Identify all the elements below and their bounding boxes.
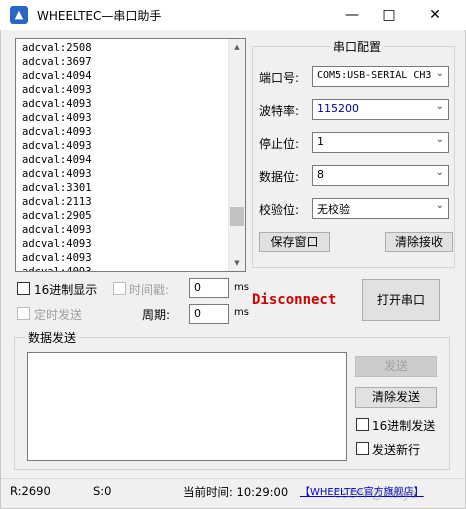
receive-text: adcval:2508 adcval:3697 adcval:4094 adcval:… [22,41,92,272]
period-input[interactable]: 0 [189,304,229,324]
serial-config-title: 串口配置 [330,38,385,55]
receive-line: adcval:4093 [22,84,92,96]
receive-line: adcval:3697 [22,56,92,68]
send-newline-label: 发送新行 [372,443,421,457]
parity-value: 无校验 [317,203,350,216]
receive-line: adcval:4093 [22,238,92,250]
chevron-down-icon: ⌄ [435,101,444,112]
receive-line: adcval:4093 [22,252,92,264]
data-bits-label: 数据位: [259,170,300,184]
receive-textarea[interactable]: adcval:2508 adcval:3697 adcval:4094 adcval:… [15,38,246,272]
hex-send-label: 16进制发送 [372,419,436,433]
save-window-button[interactable]: 保存窗口 [259,232,330,252]
timed-send-label: 定时发送 [34,308,83,322]
data-bits-select[interactable]: 8 ⌄ [312,165,449,186]
timestamp-checkbox[interactable] [113,282,126,295]
receive-line: adcval:4094 [22,154,92,166]
clear-send-button[interactable]: 清除发送 [355,387,437,408]
baud-label: 波特率: [259,104,300,118]
scroll-up-icon[interactable]: ▲ [229,39,245,55]
receive-line: adcval:4093 [22,112,92,124]
open-port-button[interactable]: 打开串口 [362,279,440,321]
app-shield-icon: ▲ [10,6,28,24]
timed-send-checkbox[interactable] [17,307,30,320]
chevron-down-icon: ⌄ [435,200,444,211]
send-group-title: 数据发送 [25,329,80,346]
watermark: CSDN @Haiya [333,487,418,501]
receive-line: adcval:2113 [22,196,92,208]
maximize-icon[interactable]: □ [366,0,412,30]
data-bits-value: 8 [317,168,324,181]
sent-count: S:0 [93,484,112,498]
timestamp-input[interactable]: 0 [189,278,229,298]
close-icon[interactable]: ✕ [412,0,458,30]
receive-line: adcval:4093 [22,266,92,272]
timestamp-label: 时间戳: [129,283,170,297]
connection-status: Disconnect [252,292,337,308]
chevron-down-icon: ⌄ [435,68,444,79]
hex-display-checkbox[interactable] [17,282,30,295]
hex-display-label: 16进制显示 [34,283,98,297]
receive-line: adcval:4093 [22,168,92,180]
receive-line: adcval:2508 [22,42,92,54]
period-unit: ms [234,307,249,318]
receive-scrollbar[interactable]: ▲ ▼ [228,39,245,271]
port-select[interactable]: COM5:USB-SERIAL CH3 ⌄ [312,66,449,87]
receive-line: adcval:4094 [22,70,92,82]
send-button[interactable]: 发送 [355,356,437,377]
period-label: 周期: [142,308,171,322]
receive-line: adcval:4093 [22,140,92,152]
clear-receive-button[interactable]: 清除接收 [385,232,453,252]
parity-select[interactable]: 无校验 ⌄ [312,198,449,219]
scroll-down-icon[interactable]: ▼ [229,255,245,271]
receive-line: adcval:2905 [22,210,92,222]
baud-value: 115200 [317,102,359,115]
receive-line: adcval:4093 [22,98,92,110]
parity-label: 校验位: [259,203,300,217]
receive-line: adcval:4093 [22,126,92,138]
stop-bits-label: 停止位: [259,137,300,151]
timestamp-unit: ms [234,282,249,293]
window-title: WHEELTEC—串口助手 [37,9,162,23]
baud-select[interactable]: 115200 ⌄ [312,99,449,120]
port-label: 端口号: [259,71,300,85]
chevron-down-icon: ⌄ [435,134,444,145]
port-value: COM5:USB-SERIAL CH3 [317,70,432,81]
send-textarea[interactable] [27,352,347,461]
send-newline-checkbox[interactable] [356,442,369,455]
current-time: 当前时间: 10:29:00 [183,485,289,499]
hex-send-checkbox[interactable] [356,418,369,431]
stop-bits-value: 1 [317,135,324,148]
receive-line: adcval:3301 [22,182,92,194]
chevron-down-icon: ⌄ [435,167,444,178]
receive-line: adcval:4093 [22,224,92,236]
received-count: R:2690 [10,484,51,498]
scroll-thumb[interactable] [230,207,244,226]
stop-bits-select[interactable]: 1 ⌄ [312,132,449,153]
title-bar[interactable]: ▲ WHEELTEC—串口助手 — □ ✕ [0,0,466,30]
status-divider [1,478,465,479]
